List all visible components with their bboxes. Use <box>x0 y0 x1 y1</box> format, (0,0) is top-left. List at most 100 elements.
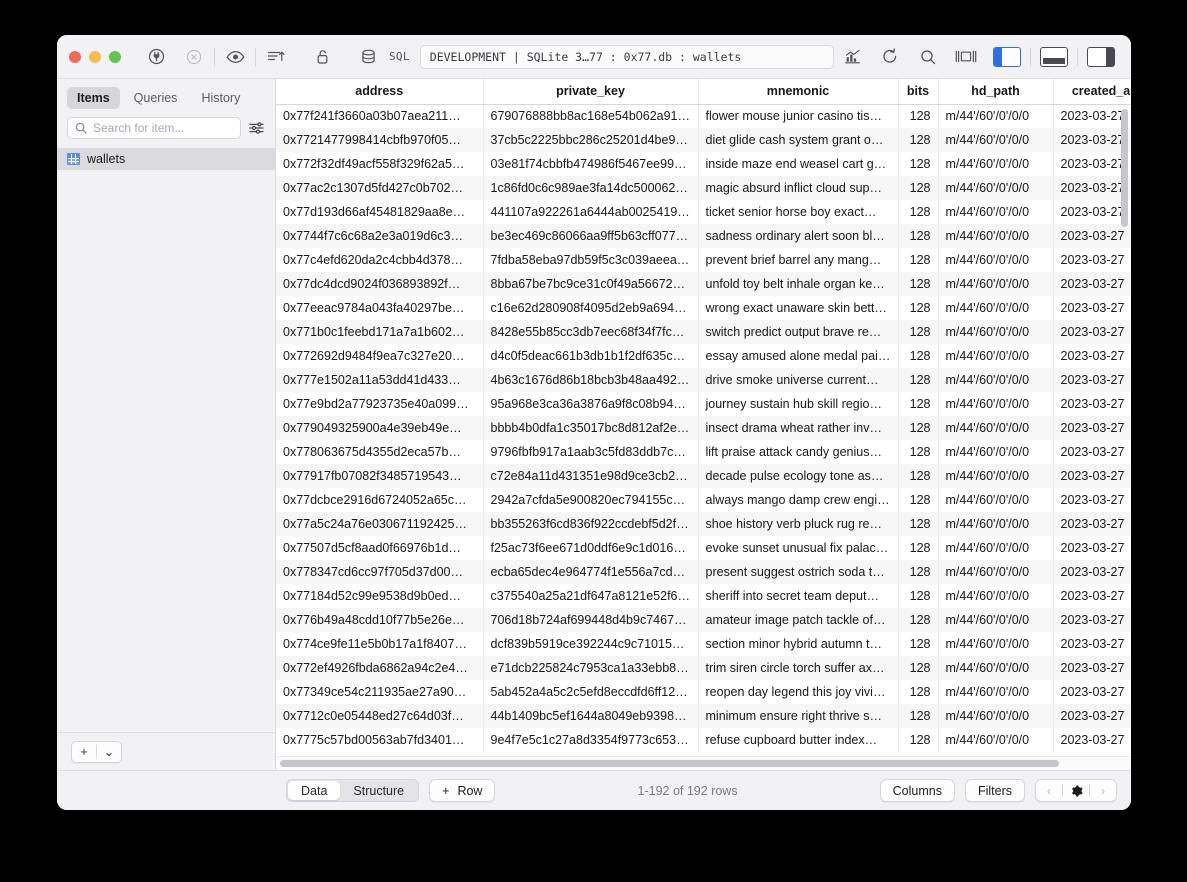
column-header-hd-path[interactable]: hd_path <box>938 79 1054 105</box>
cell-bits[interactable]: 128 <box>898 320 939 344</box>
cell-hd-path[interactable]: m/44'/60'/0'/0/0 <box>938 224 1054 248</box>
cell-bits[interactable]: 128 <box>898 704 939 728</box>
cell-hd-path[interactable]: m/44'/60'/0'/0/0 <box>938 296 1054 320</box>
column-header-created-at[interactable]: created_a <box>1053 79 1131 105</box>
cell-address[interactable]: 0x772ef4926fbda6862a94c2e4… <box>276 656 484 680</box>
cell-created-at[interactable]: 2023-03-27 <box>1053 656 1131 680</box>
cell-mnemonic[interactable]: switch predict output brave re… <box>698 320 899 344</box>
table-row[interactable]: 0x77dc4dcd9024f036893892f… 8bba67be7bc9ce… <box>276 272 1131 296</box>
cell-created-at[interactable]: 2023-03-27 <box>1053 512 1131 536</box>
cell-hd-path[interactable]: m/44'/60'/0'/0/0 <box>938 152 1054 176</box>
cell-bits[interactable]: 128 <box>898 488 939 512</box>
right-panel-toggle[interactable] <box>1087 46 1115 67</box>
cell-mnemonic[interactable]: insect drama wheat rather inv… <box>698 416 899 440</box>
cell-address[interactable]: 0x7721477998414cbfb970f05… <box>276 128 484 152</box>
cell-private-key[interactable]: bb355263f6cd836f922ccdebf5d2f4… <box>483 512 699 536</box>
column-header-private-key[interactable]: private_key <box>483 79 699 105</box>
cell-created-at[interactable]: 2023-03-27 <box>1053 728 1131 752</box>
cell-bits[interactable]: 128 <box>898 512 939 536</box>
cell-hd-path[interactable]: m/44'/60'/0'/0/0 <box>938 416 1054 440</box>
cell-private-key[interactable]: 2942a7cfda5e900820ec794155c1ff… <box>483 488 699 512</box>
list-item[interactable]: wallets <box>57 148 275 170</box>
cell-created-at[interactable]: 2023-03-27 <box>1053 536 1131 560</box>
cell-hd-path[interactable]: m/44'/60'/0'/0/0 <box>938 632 1054 656</box>
gear-icon[interactable] <box>1063 780 1089 801</box>
cell-address[interactable]: 0x77e9bd2a77923735e40a099… <box>276 392 484 416</box>
cell-bits[interactable]: 128 <box>898 728 939 752</box>
cell-private-key[interactable]: 8bba67be7bc9ce31c0f49a566724b… <box>483 272 699 296</box>
add-row-button[interactable]: + Row <box>429 779 496 802</box>
cell-private-key[interactable]: 9796fbfb917a1aab3c5fd83ddb7ce1… <box>483 440 699 464</box>
cell-address[interactable]: 0x776b49a48cdd10f77b5e26e… <box>276 608 484 632</box>
cell-private-key[interactable]: 7fdba58eba97db59f5c3c039aeea67… <box>483 248 699 272</box>
close-button[interactable] <box>69 50 81 63</box>
cell-created-at[interactable]: 2023-03-27 <box>1053 320 1131 344</box>
cell-created-at[interactable]: 2023-03-27 <box>1053 680 1131 704</box>
table-row[interactable]: 0x7712c0e05448ed27c64d03f… 44b1409bc5ef16… <box>276 704 1131 728</box>
table-row[interactable]: 0x77eeac9784a043fa40297be… c16e62d280908f… <box>276 296 1131 320</box>
filters-button[interactable]: Filters <box>964 779 1025 802</box>
cell-created-at[interactable]: 2023-03-27 <box>1053 416 1131 440</box>
sort-ascending-icon[interactable] <box>261 44 291 70</box>
sliders-icon[interactable] <box>249 121 265 135</box>
cell-address[interactable]: 0x77f241f3660a03b07aea211… <box>276 104 484 128</box>
table-row[interactable]: 0x77349ce54c211935ae27a90… 5ab452a4a5c2c5… <box>276 680 1131 704</box>
cell-created-at[interactable]: 2023-03-27 <box>1053 248 1131 272</box>
cell-private-key[interactable]: 706d18b724af699448d4b9c746752… <box>483 608 699 632</box>
cell-bits[interactable]: 128 <box>898 344 939 368</box>
cell-hd-path[interactable]: m/44'/60'/0'/0/0 <box>938 704 1054 728</box>
cell-bits[interactable]: 128 <box>898 392 939 416</box>
table-row[interactable]: 0x77d193d66af45481829aa8e… 441107a922261a… <box>276 200 1131 224</box>
cell-bits[interactable]: 128 <box>898 152 939 176</box>
add-item-button[interactable]: + <box>72 742 96 762</box>
chevron-down-icon[interactable]: ⌄ <box>97 742 121 762</box>
cell-private-key[interactable]: c375540a25a21df647a8121e52f6a… <box>483 584 699 608</box>
cell-bits[interactable]: 128 <box>898 296 939 320</box>
columns-button[interactable]: Columns <box>879 779 955 802</box>
cell-private-key[interactable]: 4b63c1676d86b18bcb3b48aa492d1… <box>483 368 699 392</box>
cell-address[interactable]: 0x777e1502a11a53dd41d433… <box>276 368 484 392</box>
cell-bits[interactable]: 128 <box>898 584 939 608</box>
cell-mnemonic[interactable]: present suggest ostrich soda t… <box>698 560 899 584</box>
cell-mnemonic[interactable]: essay amused alone medal pai… <box>698 344 899 368</box>
cell-address[interactable]: 0x772f32df49acf558f329f62a5… <box>276 152 484 176</box>
cell-address[interactable]: 0x77dc4dcd9024f036893892f… <box>276 272 484 296</box>
cell-hd-path[interactable]: m/44'/60'/0'/0/0 <box>938 128 1054 152</box>
table-row[interactable]: 0x777e1502a11a53dd41d433… 4b63c1676d86b18… <box>276 368 1131 392</box>
table-row[interactable]: 0x776b49a48cdd10f77b5e26e… 706d18b724af69… <box>276 608 1131 632</box>
cell-bits[interactable]: 128 <box>898 248 939 272</box>
cell-created-at[interactable]: 2023-03-27 <box>1053 344 1131 368</box>
cell-address[interactable]: 0x77c4efd620da2c4cbb4d378… <box>276 248 484 272</box>
table-row[interactable]: 0x77dcbce2916d6724052a65c… 2942a7cfda5e90… <box>276 488 1131 512</box>
cell-created-at[interactable]: 2023-03-27 <box>1053 200 1131 224</box>
table-row[interactable]: 0x779049325900a4e39eb49e… bbbb4b0dfa1c350… <box>276 416 1131 440</box>
table-row[interactable]: 0x77f241f3660a03b07aea211… 679076888bb8ac… <box>276 104 1131 128</box>
table-row[interactable]: 0x77184d52c99e9538d9b0ed… c375540a25a21df… <box>276 584 1131 608</box>
cell-bits[interactable]: 128 <box>898 200 939 224</box>
cell-private-key[interactable]: 9e4f7e5c1c27a8d3354f9773c653fd… <box>483 728 699 752</box>
maximize-button[interactable] <box>109 50 121 63</box>
cell-address[interactable]: 0x779049325900a4e39eb49e… <box>276 416 484 440</box>
cell-created-at[interactable]: 2023-03-27 <box>1053 704 1131 728</box>
cell-private-key[interactable]: be3ec469c86066aa9ff5b63cff0773… <box>483 224 699 248</box>
cell-created-at[interactable]: 2023-03-27 <box>1053 560 1131 584</box>
cell-hd-path[interactable]: m/44'/60'/0'/0/0 <box>938 320 1054 344</box>
cell-address[interactable]: 0x77507d5cf8aad0f66976b1d… <box>276 536 484 560</box>
cell-private-key[interactable]: 37cb5c2225bbc286c25201d4be966… <box>483 128 699 152</box>
cell-hd-path[interactable]: m/44'/60'/0'/0/0 <box>938 512 1054 536</box>
tab-items[interactable]: Items <box>67 87 120 109</box>
table-row[interactable]: 0x772ef4926fbda6862a94c2e4… e71dcb225824c… <box>276 656 1131 680</box>
horizontal-scrollbar-thumb[interactable] <box>280 760 1060 767</box>
table-row[interactable]: 0x77917fb07082f3485719543… c72e84a11d4313… <box>276 464 1131 488</box>
cell-bits[interactable]: 128 <box>898 464 939 488</box>
cell-mnemonic[interactable]: sheriff into secret team deput… <box>698 584 899 608</box>
cell-bits[interactable]: 128 <box>898 608 939 632</box>
cell-mnemonic[interactable]: magic absurd inflict cloud sup… <box>698 176 899 200</box>
cell-bits[interactable]: 128 <box>898 440 939 464</box>
cell-private-key[interactable]: 03e81f74cbbfb474986f5467ee99cb… <box>483 152 699 176</box>
cell-created-at[interactable]: 2023-03-27 <box>1053 176 1131 200</box>
cell-mnemonic[interactable]: section minor hybrid autumn t… <box>698 632 899 656</box>
search-box[interactable] <box>67 117 241 139</box>
cell-hd-path[interactable]: m/44'/60'/0'/0/0 <box>938 464 1054 488</box>
cell-address[interactable]: 0x77917fb07082f3485719543… <box>276 464 484 488</box>
